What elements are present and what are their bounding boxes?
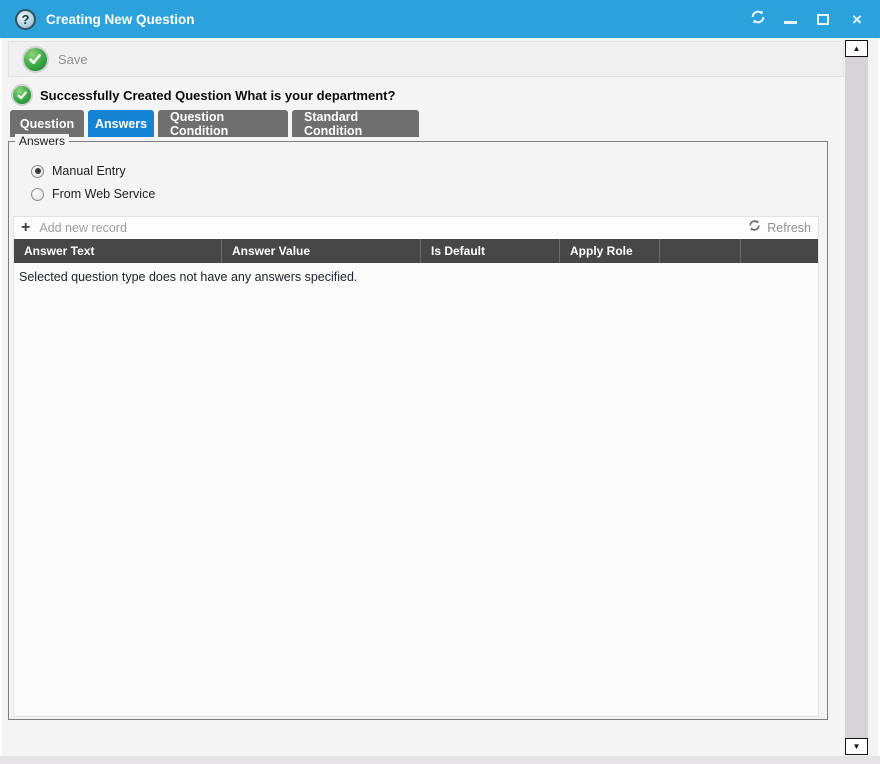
status-message: Successfully Created Question What is yo… xyxy=(40,88,395,103)
save-toolbar: Save xyxy=(8,41,844,77)
radio-button-icon xyxy=(31,188,44,201)
column-header-empty-2 xyxy=(741,239,818,263)
tab-question[interactable]: Question xyxy=(10,110,84,137)
add-new-record-button[interactable]: + Add new record xyxy=(21,220,127,236)
minimize-icon xyxy=(784,21,797,24)
column-header-is-default[interactable]: Is Default xyxy=(421,239,560,263)
radio-from-web-service-label: From Web Service xyxy=(52,187,155,201)
window-title: Creating New Question xyxy=(46,12,195,27)
answers-groupbox-legend: Answers xyxy=(15,134,69,148)
close-icon: × xyxy=(852,11,862,28)
grid-header-row: Answer Text Answer Value Is Default Appl… xyxy=(14,239,818,263)
arrow-up-icon: ▲ xyxy=(853,44,861,53)
radio-manual-entry[interactable]: Manual Entry xyxy=(31,164,126,178)
success-check-icon xyxy=(11,84,33,106)
vertical-scrollbar[interactable]: ▲ ▼ xyxy=(845,40,868,755)
help-icon[interactable]: ? xyxy=(15,9,36,30)
tab-answers[interactable]: Answers xyxy=(88,110,154,137)
column-header-answer-text[interactable]: Answer Text xyxy=(14,239,222,263)
refresh-icon xyxy=(748,219,761,237)
refresh-icon xyxy=(750,9,766,30)
tab-standard-condition[interactable]: Standard Condition xyxy=(292,110,419,137)
status-row: Successfully Created Question What is yo… xyxy=(11,84,395,106)
column-header-answer-value[interactable]: Answer Value xyxy=(222,239,421,263)
maximize-button[interactable] xyxy=(813,9,833,29)
answers-groupbox: Answers Manual Entry From Web Service + … xyxy=(8,141,828,720)
plus-icon: + xyxy=(21,220,30,236)
column-header-apply-role[interactable]: Apply Role xyxy=(560,239,660,263)
save-check-icon[interactable] xyxy=(22,46,49,73)
save-button[interactable]: Save xyxy=(58,52,88,67)
minimize-button[interactable] xyxy=(780,9,800,29)
window-refresh-button[interactable] xyxy=(748,9,768,29)
window-bottom-edge xyxy=(0,756,880,764)
arrow-down-icon: ▼ xyxy=(853,742,861,751)
radio-manual-entry-label: Manual Entry xyxy=(52,164,126,178)
column-header-empty-1 xyxy=(660,239,741,263)
creating-new-question-window: ? Creating New Question × xyxy=(0,0,880,764)
add-new-record-label: Add new record xyxy=(39,221,127,235)
titlebar: ? Creating New Question × xyxy=(0,0,880,38)
close-button[interactable]: × xyxy=(847,9,867,29)
radio-from-web-service[interactable]: From Web Service xyxy=(31,187,155,201)
grid-refresh-button[interactable]: Refresh xyxy=(748,219,811,237)
maximize-icon xyxy=(817,14,829,25)
grid-refresh-label: Refresh xyxy=(767,221,811,235)
scrollbar-up-button[interactable]: ▲ xyxy=(845,40,868,57)
answers-grid: + Add new record Refresh xyxy=(13,216,819,717)
grid-empty-message: Selected question type does not have any… xyxy=(14,263,818,291)
tab-strip: Question Answers Question Condition Stan… xyxy=(10,110,419,137)
tab-question-condition[interactable]: Question Condition xyxy=(158,110,288,137)
scrollbar-down-button[interactable]: ▼ xyxy=(845,738,868,755)
grid-toolbar: + Add new record Refresh xyxy=(14,217,818,239)
radio-button-icon xyxy=(31,165,44,178)
